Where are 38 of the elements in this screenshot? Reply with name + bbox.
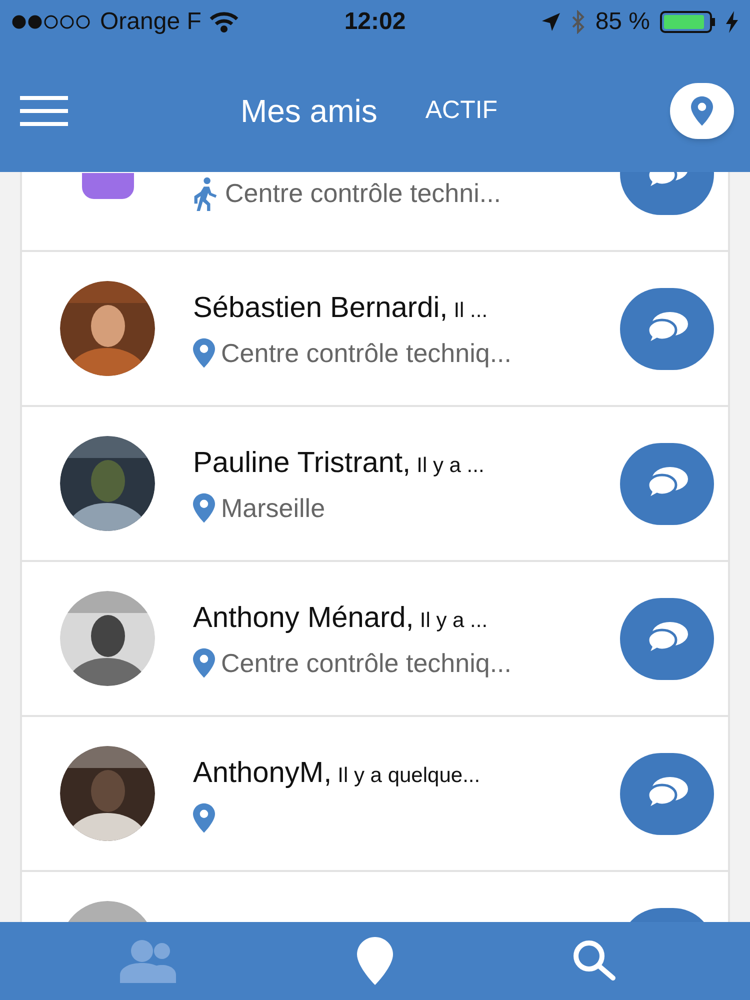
charging-bolt-icon (726, 11, 738, 33)
friend-location: Centre contrôle techni... (225, 177, 502, 210)
friend-card[interactable]: Pauline Tristrant, Il y a ... Marseille (22, 407, 728, 562)
location-pin-icon (193, 648, 215, 678)
bluetooth-icon (571, 10, 586, 34)
friend-name: Pauline Tristrant, (193, 446, 411, 481)
friend-card[interactable]: AnthonyM, Il y a quelque... (22, 717, 728, 872)
page-title: Mes amis (240, 92, 378, 131)
wifi-icon (209, 11, 240, 33)
friend-card[interactable]: Centre contrôle techni... (22, 172, 728, 252)
location-pin-icon (193, 338, 215, 368)
walking-person-icon (193, 176, 219, 210)
battery-icon (660, 11, 716, 33)
clock-time: 12:02 (344, 7, 406, 37)
friend-name: AnthonyM, (193, 756, 332, 791)
status-label[interactable]: ACTIF (425, 92, 498, 130)
last-seen-time: Il y a ... (420, 608, 488, 634)
location-pin-icon (193, 493, 215, 524)
battery-percentage: 85 % (595, 7, 650, 37)
last-seen-time: Il y a ... (416, 452, 484, 479)
location-arrow-icon (541, 12, 562, 32)
friend-name: Anthony Ménard, (193, 600, 414, 636)
friend-card[interactable]: Anthony Ménard, Il y a ... Centre contrôle techniq... (22, 562, 728, 717)
last-seen-time: Il ... (454, 298, 488, 324)
friend-card[interactable]: Sébastien Bernardi, Il ... Centre contrôle techniq... (22, 252, 728, 407)
avatar-icon (82, 173, 134, 199)
last-seen-time: Il y a quelque... (338, 762, 480, 789)
signal-strength-icon (12, 15, 92, 29)
friend-location: Centre contrôle techniq... (221, 646, 512, 680)
location-pin-icon (356, 937, 393, 985)
friend-location: Centre contrôle techniq... (221, 336, 512, 370)
menu-button[interactable] (20, 94, 68, 128)
friend-name: Sébastien Bernardi, (193, 290, 448, 326)
location-button[interactable] (670, 83, 734, 139)
carrier-name: Orange F (100, 7, 202, 37)
friend-location: Marseille (221, 492, 326, 525)
location-pin-icon (193, 803, 215, 834)
location-pin-icon (691, 96, 713, 126)
